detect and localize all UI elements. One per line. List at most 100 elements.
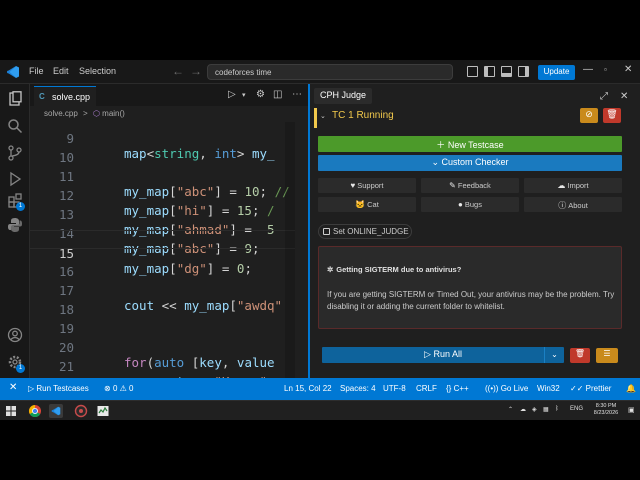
cat-button[interactable]: 🐱 Cat	[318, 197, 416, 212]
more-actions-icon[interactable]: ⋯	[292, 89, 302, 100]
tab-solve-cpp[interactable]: C solve.cpp	[34, 86, 96, 106]
code-line: 11 my_map["abc"] = 10; //	[30, 154, 295, 199]
back-arrow-icon[interactable]: ←	[172, 64, 184, 78]
online-judge-toggle[interactable]: Set ONLINE_JUDGE	[318, 224, 412, 239]
settings-gear-icon[interactable]: ⚙	[256, 89, 265, 100]
maximize-panel-icon[interactable]: ⤢	[600, 91, 608, 102]
collapse-chevron-icon[interactable]: ⌄	[320, 112, 326, 120]
stop-testcase-button[interactable]: ⊘	[580, 108, 598, 123]
code-line: 13 my_map["ahmad"] = -5	[30, 192, 295, 237]
search-icon[interactable]	[7, 118, 23, 134]
code-line: 12 my_map["hi"] = 15; /	[30, 173, 295, 218]
feedback-button[interactable]: ✎ Feedback	[421, 178, 519, 193]
warning-body: If you are getting SIGTERM or Timed Out,…	[327, 290, 615, 311]
command-center-search[interactable]: codeforces time	[207, 64, 453, 80]
delete-testcase-button[interactable]: 🗑	[603, 108, 621, 123]
system-clock[interactable]: 8:30 PM 8/23/2026	[588, 403, 624, 417]
network-icon[interactable]: ◈	[532, 406, 537, 413]
python-icon[interactable]	[7, 217, 23, 233]
bluetooth-icon[interactable]: ᛒ	[555, 406, 559, 412]
options-button[interactable]: ☰	[596, 348, 618, 363]
network-status-icon[interactable]: ▦	[543, 406, 549, 413]
run-code-icon[interactable]: ▷	[228, 89, 236, 100]
split-editor-icon[interactable]: ◫	[273, 89, 282, 100]
tab-label: solve.cpp	[52, 92, 91, 102]
notification-center-icon[interactable]: ▣	[628, 406, 635, 414]
delete-all-button[interactable]: 🗑	[570, 348, 590, 363]
breadcrumb-separator: >	[83, 109, 88, 118]
warning-count: 0	[129, 384, 134, 393]
code-area[interactable]: 9 map<string, int> my_ 10 11 my_map["abc…	[30, 122, 295, 378]
code-line: 10	[30, 135, 295, 165]
feedback-label: Feedback	[457, 181, 491, 190]
menu-selection[interactable]: Selection	[79, 66, 116, 76]
cat-icon: 🐱	[355, 200, 366, 209]
code-line: 17 cout << my_map["awdq"	[30, 268, 295, 313]
chrome-icon[interactable]	[28, 404, 42, 418]
custom-checker-button[interactable]: ⌄ Custom Checker	[318, 155, 622, 171]
maximize-icon[interactable]: ▫	[604, 65, 607, 74]
toggle-primary-sidebar-icon[interactable]	[484, 66, 495, 77]
go-live-item[interactable]: ((•)) Go Live	[485, 384, 528, 393]
screen-recorder-icon[interactable]	[74, 404, 88, 418]
sliders-icon: ☰	[603, 349, 611, 358]
encoding[interactable]: UTF-8	[383, 384, 406, 393]
toggle-panel-icon[interactable]	[501, 66, 512, 77]
copilot-icon[interactable]	[467, 66, 478, 77]
menu-file[interactable]: File	[29, 66, 44, 76]
remote-icon[interactable]: ✕	[9, 382, 17, 393]
close-panel-icon[interactable]: ✕	[620, 91, 628, 102]
source-control-icon[interactable]	[7, 145, 23, 161]
about-label: About	[568, 201, 588, 210]
run-dropdown-icon[interactable]: ▾	[242, 91, 246, 99]
run-testcases-item[interactable]: ▷ Run Testcases	[28, 384, 89, 393]
minimize-icon[interactable]: —	[583, 64, 593, 75]
breadcrumb-symbol[interactable]: main()	[102, 109, 125, 118]
warning-icon: ⚠	[119, 384, 127, 393]
support-button[interactable]: ♥ Support	[318, 178, 416, 193]
line-number: 21	[58, 359, 74, 374]
plus-icon: ＋	[436, 140, 446, 150]
cursor-position[interactable]: Ln 15, Col 22	[284, 384, 332, 393]
run-debug-icon[interactable]	[7, 171, 23, 187]
bugs-button[interactable]: ● Bugs	[421, 197, 519, 212]
new-testcase-label: New Testcase	[447, 140, 504, 150]
tray-chevron-icon[interactable]: ⌃	[508, 406, 513, 413]
vscode-taskbar-button[interactable]	[49, 404, 63, 418]
toggle-secondary-sidebar-icon[interactable]	[518, 66, 529, 77]
go-live-label: Go Live	[500, 384, 529, 393]
cloud-download-icon: ☁	[557, 181, 566, 190]
testcase-header[interactable]: ⌄ TC 1 Running ⊘ 🗑	[314, 108, 624, 128]
new-testcase-button[interactable]: ＋ New Testcase	[318, 136, 622, 152]
problems-item[interactable]: ⊗ 0 ⚠ 0	[104, 384, 133, 393]
online-judge-checkbox[interactable]	[323, 228, 330, 235]
run-all-dropdown[interactable]: ⌄	[544, 347, 564, 363]
notifications-bell-icon[interactable]: 🔔	[626, 384, 636, 393]
extensions-badge: 1	[16, 202, 25, 211]
minimap[interactable]	[285, 122, 295, 378]
windows-start-icon[interactable]	[4, 404, 18, 418]
import-button[interactable]: ☁ Import	[524, 178, 622, 193]
cloud-icon[interactable]: ☁	[520, 406, 526, 413]
about-button[interactable]: ⓘ About	[524, 197, 622, 212]
breadcrumb-file[interactable]: solve.cpp	[44, 109, 78, 118]
run-all-button[interactable]: ▷ Run All	[322, 347, 564, 363]
line-ending[interactable]: CRLF	[416, 384, 437, 393]
indentation[interactable]: Spaces: 4	[340, 384, 376, 393]
cpp-file-icon: C	[39, 92, 45, 101]
explorer-icon[interactable]	[7, 91, 23, 107]
task-manager-icon[interactable]	[96, 404, 110, 418]
prettier-item[interactable]: ✓✓ Prettier	[570, 384, 611, 393]
language-mode[interactable]: {} C++	[446, 384, 469, 393]
close-window-icon[interactable]: ✕	[624, 64, 632, 75]
editor-scrollbar[interactable]	[298, 122, 308, 378]
input-language[interactable]: ENG	[570, 406, 583, 412]
update-button[interactable]: Update	[538, 65, 575, 80]
manage-badge: 1	[16, 364, 25, 373]
run-testcases-label: Run Testcases	[36, 384, 89, 393]
account-icon[interactable]	[7, 327, 23, 343]
cph-panel-title[interactable]: CPH Judge	[314, 88, 373, 104]
menu-edit[interactable]: Edit	[53, 66, 69, 76]
forward-arrow-icon[interactable]: →	[190, 64, 202, 78]
platform[interactable]: Win32	[537, 384, 560, 393]
